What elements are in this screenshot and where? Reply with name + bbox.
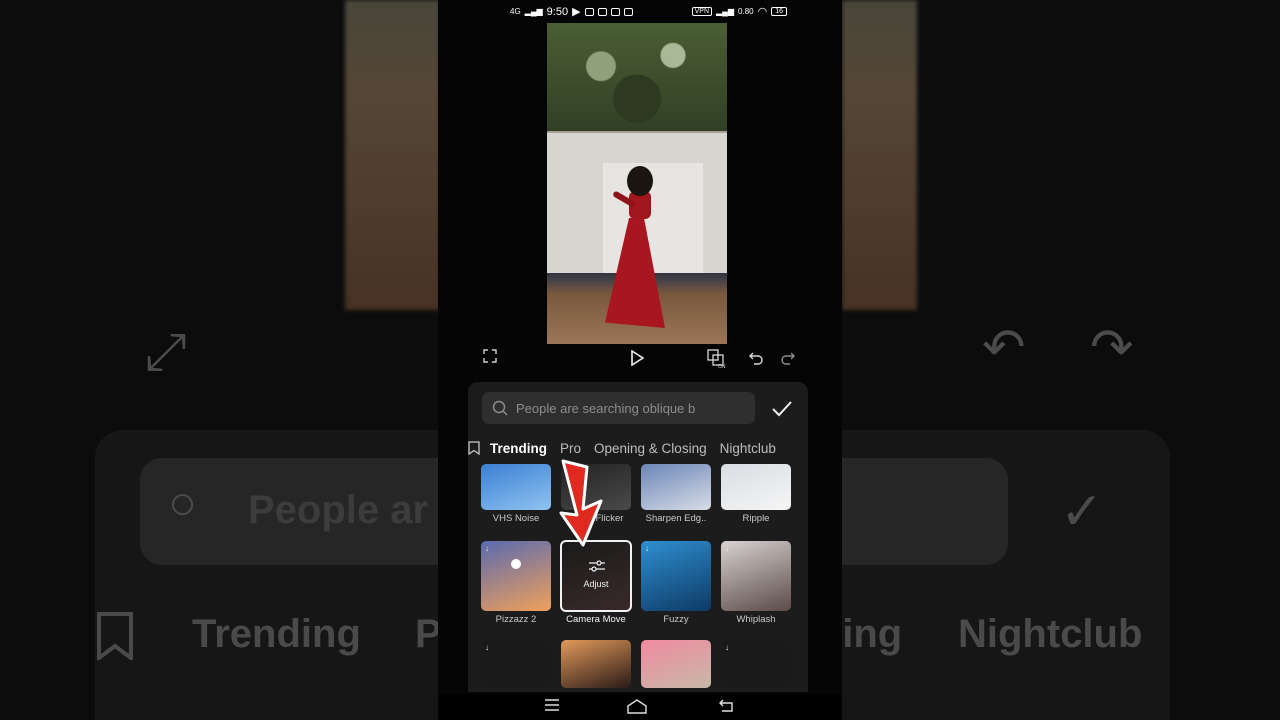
- effect-ripple[interactable]: Ripple: [721, 464, 791, 524]
- adjust-label[interactable]: Adjust: [561, 579, 631, 589]
- effect-vhs-noise[interactable]: VHS Noise: [481, 464, 551, 524]
- effect-camera-move[interactable]: Adjust Camera Move: [560, 540, 632, 625]
- effect-thumb: ↓: [481, 541, 551, 611]
- wifi-icon: ◠: [757, 6, 768, 18]
- redo-icon[interactable]: [780, 350, 796, 366]
- split-on-icon[interactable]: ON: [707, 349, 729, 369]
- effect-label: Whiplash: [736, 614, 776, 625]
- bg-fullscreen-icon: ⤢: [145, 323, 187, 381]
- download-icon: ↓: [485, 544, 489, 553]
- effect-label: Sharpen Edg..: [645, 513, 707, 524]
- download-icon: ↓: [645, 544, 649, 553]
- download-icon: ↓: [725, 643, 729, 652]
- preview-doorway: [603, 163, 703, 273]
- tab-opening-closing[interactable]: Opening & Closing: [594, 441, 707, 456]
- effect-label: VHS Noise: [492, 513, 540, 524]
- search-icon: [492, 400, 508, 416]
- bg-redo-icon: ↷: [1090, 319, 1134, 377]
- effect-label: Pizzazz 2: [495, 614, 537, 625]
- mail-notif-icon: [584, 7, 594, 16]
- bg-tab-nightclub: Nightclub: [958, 612, 1143, 656]
- video-preview[interactable]: [547, 23, 727, 344]
- bg-search-icon: ○: [168, 477, 197, 530]
- bg-photo-right: [842, 0, 917, 310]
- category-tabs: Trending Pro Opening & Closing Nightclub: [468, 436, 808, 460]
- gallery-notif-icon: [610, 7, 620, 16]
- tab-nightclub[interactable]: Nightclub: [720, 441, 776, 456]
- youtube-notif-icon: ▶: [572, 6, 581, 18]
- effect-label: Camera Move: [566, 614, 626, 625]
- tab-trending[interactable]: Trending: [490, 441, 547, 456]
- bg-check-icon: ✓: [1060, 483, 1104, 541]
- effect-row3-1[interactable]: ↓: [481, 640, 551, 688]
- effect-row3-3[interactable]: [641, 640, 711, 688]
- download-icon: ↓: [725, 544, 729, 553]
- effect-thumb: [641, 464, 711, 510]
- phone-screen: 4G ▂▄▆ 9:50 ▶ VPN ▂▄▆ 0.80 ◠ 16 ON Peopl…: [438, 0, 842, 720]
- search-box[interactable]: [482, 392, 755, 424]
- svg-text:ON: ON: [718, 364, 726, 369]
- recents-menu-icon[interactable]: [544, 698, 560, 712]
- search-input[interactable]: [516, 400, 736, 416]
- status-bar: 4G ▂▄▆ 9:50 ▶ VPN ▂▄▆ 0.80 ◠ 16: [438, 0, 842, 22]
- clock: 9:50: [546, 5, 569, 18]
- preview-dancer-head: [627, 166, 653, 196]
- back-icon[interactable]: [718, 698, 734, 712]
- adjust-sliders-icon: [589, 560, 605, 572]
- effect-thumb: [481, 464, 551, 510]
- youtube2-notif-icon: [623, 7, 633, 16]
- effect-thumb: ↓: [641, 541, 711, 611]
- bg-undo-icon: ↶: [982, 319, 1026, 377]
- effect-label: Fuzzy: [663, 614, 689, 625]
- fullscreen-icon[interactable]: [483, 349, 497, 363]
- bg-search-text: People ar: [248, 488, 429, 532]
- lte-icon: ▂▄▆: [716, 7, 735, 16]
- effect-thumb: [721, 464, 791, 510]
- bg-photo-left: [345, 0, 440, 310]
- download-icon: ↓: [485, 643, 489, 652]
- effect-thumb: [641, 640, 711, 688]
- effect-whiplash[interactable]: ↓ Whiplash: [721, 541, 791, 625]
- effect-thumb-selected: Adjust: [560, 540, 632, 612]
- effects-panel: Trending Pro Opening & Closing Nightclub…: [468, 382, 808, 692]
- home-icon[interactable]: [626, 698, 648, 714]
- effect-pizzazz-2[interactable]: ↓ Pizzazz 2: [481, 541, 551, 625]
- battery-indicator: 16: [771, 7, 787, 16]
- effect-row3-4[interactable]: ↓: [721, 640, 791, 688]
- effect-row3-2[interactable]: [561, 640, 631, 688]
- effect-fuzzy[interactable]: ↓ Fuzzy: [641, 541, 711, 625]
- bookmark-icon[interactable]: [468, 441, 480, 455]
- effect-label: Ripple: [742, 513, 770, 524]
- confirm-check-icon[interactable]: [769, 396, 795, 422]
- play-icon[interactable]: [630, 350, 644, 366]
- sparkle-icon: [511, 559, 521, 569]
- effect-thumb: ↓: [721, 541, 791, 611]
- bg-bookmark-icon: [97, 612, 133, 660]
- signal-icon: ▂▄▆: [524, 7, 543, 16]
- tab-pro[interactable]: Pro: [560, 441, 581, 456]
- bg-tab-trending: Trending: [192, 612, 361, 656]
- effect-sharpen-edge[interactable]: Sharpen Edg..: [641, 464, 711, 524]
- effect-thumb: ↓: [721, 640, 791, 688]
- effect-thumb: [561, 640, 631, 688]
- vpn-badge: VPN: [691, 7, 713, 16]
- system-nav-bar: [438, 694, 842, 720]
- effect-thumb: ↓: [481, 640, 551, 688]
- net-speed: 0.80: [738, 7, 754, 16]
- pointer-arrow-icon: [559, 459, 603, 547]
- preview-trees: [547, 23, 727, 131]
- network-indicator: 4G: [510, 7, 521, 16]
- message-notif-icon: [597, 7, 607, 16]
- undo-icon[interactable]: [748, 350, 764, 366]
